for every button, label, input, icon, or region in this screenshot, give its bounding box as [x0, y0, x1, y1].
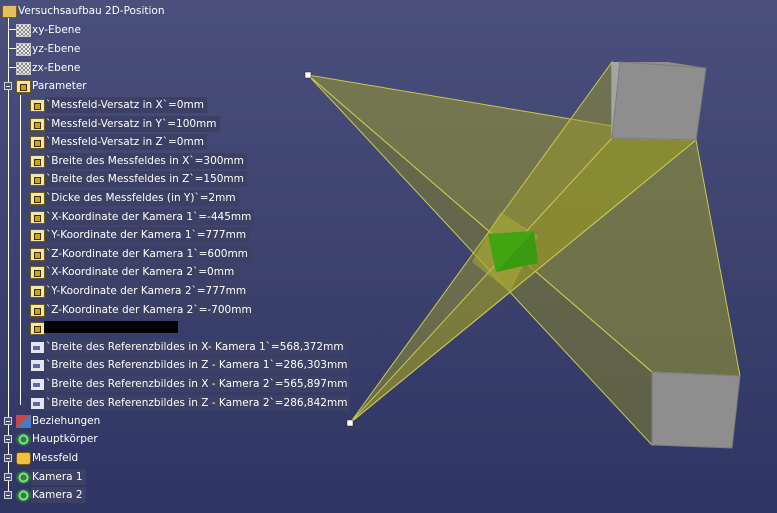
- parameter-item[interactable]: `Dicke des Messfeldes (in Y)`=2mm: [30, 189, 239, 207]
- parameter-item[interactable]: `Messfeld-Versatz in Y`=100mm: [30, 115, 220, 133]
- parameter-icon: [30, 154, 45, 168]
- parameter-item[interactable]: `Y-Koordinate der Kamera 2`=777mm: [30, 282, 250, 300]
- tree-item-zx-plane[interactable]: zx-Ebene: [16, 59, 83, 77]
- tree-trunk-line: [8, 18, 9, 498]
- part-icon: [16, 451, 31, 465]
- parameter-item[interactable]: `Z-Koordinate der Kamera 1`=600mm: [30, 245, 251, 263]
- parameter-item[interactable]: `Breite des Messfeldes in Z`=150mm: [30, 170, 247, 188]
- tree-item-hauptkoerper[interactable]: Hauptkörper: [16, 430, 101, 448]
- tree-item-kamera-2[interactable]: Kamera 2: [16, 486, 86, 504]
- assembly-icon: [2, 4, 17, 18]
- tree-item-xy-plane[interactable]: xy-Ebene: [16, 21, 84, 39]
- redaction-bar: [44, 321, 178, 333]
- formula-icon: [30, 340, 45, 354]
- body-icon: [16, 432, 31, 446]
- tree-item-kamera-1[interactable]: Kamera 1: [16, 468, 86, 486]
- parameter-item[interactable]: `X-Koordinate der Kamera 2`=0mm: [30, 263, 238, 281]
- relations-icon: [16, 414, 31, 428]
- parameter-icon: [30, 191, 45, 205]
- parameter-item[interactable]: `Y-Koordinate der Kamera 1`=777mm: [30, 226, 250, 244]
- parameter-icon: [30, 228, 45, 242]
- tree-item-messfeld[interactable]: Messfeld: [16, 449, 81, 467]
- specification-tree: Versuchsaufbau 2D-Position xy-Ebene yz-E…: [0, 0, 351, 513]
- parameter-item[interactable]: `X-Koordinate der Kamera 1`=-445mm: [30, 208, 255, 226]
- camera-1-box[interactable]: [651, 371, 741, 449]
- formula-item[interactable]: `Breite des Referenzbildes in X - Kamera…: [30, 375, 351, 393]
- tree-root[interactable]: Versuchsaufbau 2D-Position: [2, 2, 167, 20]
- plane-icon: [16, 42, 31, 56]
- messfeld-expand-toggle[interactable]: [4, 454, 12, 462]
- body-icon: [16, 488, 31, 502]
- parameter-icon: [30, 172, 45, 186]
- parameter-icon: [30, 210, 45, 224]
- parameter-collapse-toggle[interactable]: [4, 82, 12, 90]
- plane-icon: [16, 23, 31, 37]
- camera-2-box[interactable]: [611, 61, 707, 141]
- formula-icon: [30, 358, 45, 372]
- kamera-1-expand-toggle[interactable]: [4, 473, 12, 481]
- formula-icon: [30, 396, 45, 410]
- formula-item[interactable]: `Breite des Referenzbildes in Z - Kamera…: [30, 394, 351, 412]
- tree-item-yz-plane[interactable]: yz-Ebene: [16, 40, 83, 58]
- beziehungen-expand-toggle[interactable]: [4, 417, 12, 425]
- body-icon: [16, 470, 31, 484]
- parameter-item[interactable]: `Z-Koordinate der Kamera 2`=-700mm: [30, 301, 255, 319]
- parameter-icon: [30, 303, 45, 317]
- parameter-icon: [30, 98, 45, 112]
- tree-item-beziehungen[interactable]: Beziehungen: [16, 412, 103, 430]
- tree-branch-line: [20, 95, 21, 405]
- formula-icon: [30, 377, 45, 391]
- kamera-2-expand-toggle[interactable]: [4, 491, 12, 499]
- tree-item-parameter[interactable]: Parameter: [16, 77, 90, 95]
- parameter-item[interactable]: `Messfeld-Versatz in X`=0mm: [30, 96, 207, 114]
- parameter-item[interactable]: `Breite des Messfeldes in X`=300mm: [30, 152, 247, 170]
- parameter-icon: [30, 135, 45, 149]
- parameter-set-icon: [16, 79, 31, 93]
- formula-item[interactable]: `Breite des Referenzbildes in Z - Kamera…: [30, 356, 351, 374]
- parameter-icon: [30, 284, 45, 298]
- parameter-icon: [30, 117, 45, 131]
- camera-2-origin-point[interactable]: [346, 419, 354, 427]
- 3d-viewport[interactable]: Versuchsaufbau 2D-Position xy-Ebene yz-E…: [0, 0, 777, 513]
- parameter-icon: [30, 321, 45, 335]
- parameter-item[interactable]: `Messfeld-Versatz in Z`=0mm: [30, 133, 207, 151]
- parameter-icon: [30, 247, 45, 261]
- plane-icon: [16, 61, 31, 75]
- formula-item[interactable]: `Breite des Referenzbildes in X- Kamera …: [30, 338, 347, 356]
- tree-root-label: Versuchsaufbau 2D-Position: [18, 5, 165, 17]
- hauptkoerper-expand-toggle[interactable]: [4, 435, 12, 443]
- parameter-icon: [30, 265, 45, 279]
